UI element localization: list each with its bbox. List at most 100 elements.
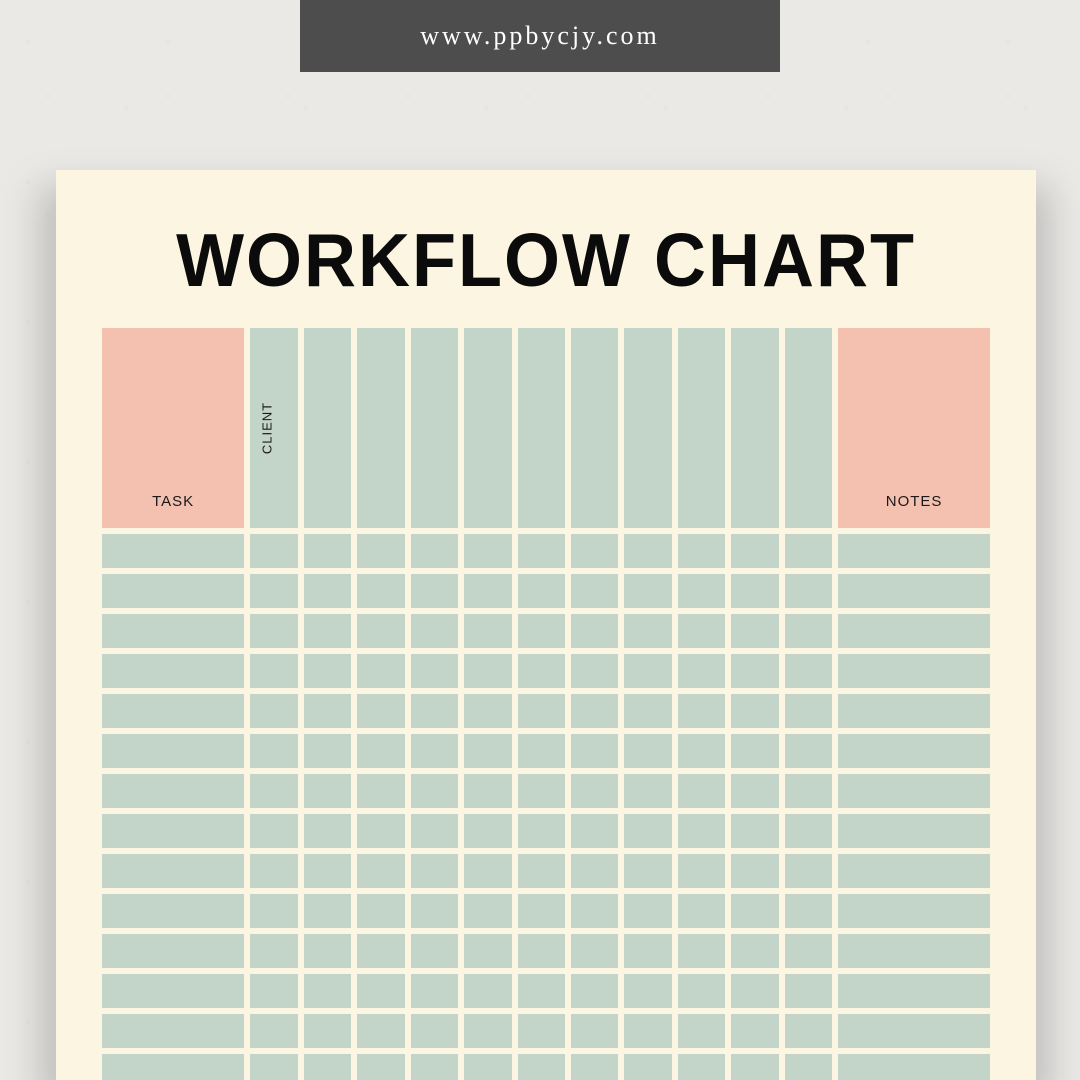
grid-cell bbox=[518, 774, 565, 808]
grid-cell bbox=[518, 614, 565, 648]
grid-cell bbox=[304, 694, 351, 728]
grid-cell bbox=[571, 894, 618, 928]
grid-cell bbox=[518, 574, 565, 608]
grid-cell bbox=[518, 934, 565, 968]
notes-cell bbox=[838, 614, 990, 648]
grid-cell bbox=[731, 774, 778, 808]
grid-cell bbox=[785, 734, 832, 768]
notes-cell bbox=[838, 774, 990, 808]
task-cell bbox=[102, 734, 244, 768]
grid-cell bbox=[624, 614, 671, 648]
grid-cell bbox=[571, 774, 618, 808]
grid-cell bbox=[785, 1014, 832, 1048]
grid-cell bbox=[304, 734, 351, 768]
grid-cell bbox=[785, 894, 832, 928]
header-client-col bbox=[571, 328, 618, 528]
grid-cell bbox=[357, 654, 404, 688]
grid-cell bbox=[571, 614, 618, 648]
grid-cell bbox=[304, 974, 351, 1008]
task-cell bbox=[102, 654, 244, 688]
grid-cell bbox=[624, 1054, 671, 1080]
grid-cell bbox=[731, 694, 778, 728]
task-cell bbox=[102, 774, 244, 808]
sheet-title: WORKFLOW CHART bbox=[102, 218, 990, 304]
grid-cell bbox=[411, 814, 458, 848]
grid-cell bbox=[518, 814, 565, 848]
grid-cell bbox=[518, 534, 565, 568]
notes-cell bbox=[838, 534, 990, 568]
header-task: TASK bbox=[102, 328, 244, 528]
grid-cell bbox=[411, 694, 458, 728]
grid-cell bbox=[250, 1054, 297, 1080]
grid-cell bbox=[250, 614, 297, 648]
notes-cell bbox=[838, 974, 990, 1008]
grid-cell bbox=[464, 734, 511, 768]
grid-cell bbox=[304, 1054, 351, 1080]
header-notes-label: NOTES bbox=[886, 493, 943, 510]
grid-cell bbox=[624, 854, 671, 888]
grid-cell bbox=[518, 694, 565, 728]
notes-cell bbox=[838, 1054, 990, 1080]
grid-row bbox=[102, 814, 990, 848]
grid-cell bbox=[785, 574, 832, 608]
grid-cell bbox=[464, 814, 511, 848]
grid-cell bbox=[411, 1054, 458, 1080]
task-cell bbox=[102, 814, 244, 848]
grid-cell bbox=[304, 654, 351, 688]
grid-cell bbox=[678, 974, 725, 1008]
grid-cell bbox=[304, 574, 351, 608]
grid-cell bbox=[785, 854, 832, 888]
header-client-col bbox=[411, 328, 458, 528]
grid-cell bbox=[250, 934, 297, 968]
header-client-col bbox=[731, 328, 778, 528]
grid-cell bbox=[731, 734, 778, 768]
grid-cell bbox=[411, 734, 458, 768]
grid-cell bbox=[357, 894, 404, 928]
grid-cell bbox=[678, 574, 725, 608]
grid-cell bbox=[250, 654, 297, 688]
notes-cell bbox=[838, 894, 990, 928]
grid-cell bbox=[464, 614, 511, 648]
grid-cell bbox=[785, 534, 832, 568]
grid-cell bbox=[464, 694, 511, 728]
grid-cell bbox=[411, 654, 458, 688]
task-cell bbox=[102, 1014, 244, 1048]
grid-cell bbox=[785, 934, 832, 968]
header-client-col bbox=[678, 328, 725, 528]
grid-cell bbox=[250, 574, 297, 608]
grid-cell bbox=[250, 534, 297, 568]
grid-cell bbox=[785, 694, 832, 728]
grid-cell bbox=[624, 654, 671, 688]
grid-cell bbox=[357, 854, 404, 888]
grid-cell bbox=[678, 694, 725, 728]
grid-cell bbox=[571, 654, 618, 688]
grid-cell bbox=[464, 1014, 511, 1048]
grid-cell bbox=[571, 1054, 618, 1080]
grid-row bbox=[102, 574, 990, 608]
grid-cell bbox=[731, 574, 778, 608]
grid-cell bbox=[624, 934, 671, 968]
grid-cell bbox=[571, 694, 618, 728]
grid-cell bbox=[785, 614, 832, 648]
grid-cell bbox=[464, 534, 511, 568]
grid-cell bbox=[250, 694, 297, 728]
grid-cell bbox=[357, 614, 404, 648]
header-client-col bbox=[464, 328, 511, 528]
grid-cell bbox=[678, 774, 725, 808]
task-cell bbox=[102, 534, 244, 568]
grid-cell bbox=[678, 894, 725, 928]
grid-cell bbox=[785, 654, 832, 688]
grid-cell bbox=[411, 894, 458, 928]
grid-cell bbox=[731, 614, 778, 648]
header-client-col: CLIENT bbox=[250, 328, 297, 528]
grid-cell bbox=[250, 1014, 297, 1048]
grid-cell bbox=[464, 974, 511, 1008]
grid-cell bbox=[250, 734, 297, 768]
grid-cell bbox=[785, 1054, 832, 1080]
grid-cell bbox=[678, 734, 725, 768]
grid-cell bbox=[518, 1014, 565, 1048]
grid-cell bbox=[678, 654, 725, 688]
grid-cell bbox=[304, 614, 351, 648]
grid-cell bbox=[304, 814, 351, 848]
notes-cell bbox=[838, 1014, 990, 1048]
